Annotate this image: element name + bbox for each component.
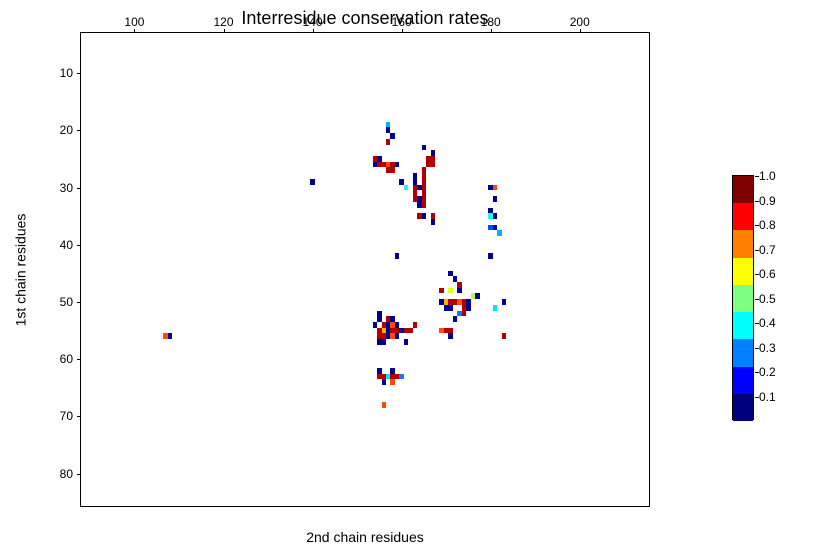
heatmap-cell — [413, 322, 417, 328]
heatmap-cell — [493, 305, 497, 311]
heatmap-cell — [453, 316, 457, 322]
heatmap-cell — [399, 374, 403, 380]
colorbar-tick-label: 0.6 — [759, 267, 776, 281]
y-tick-label: 30 — [33, 181, 73, 195]
heatmap-cell — [390, 379, 394, 385]
colorbar-tick-label: 0.1 — [759, 390, 776, 404]
y-tick-label: 10 — [33, 66, 73, 80]
heatmap-cell — [395, 333, 399, 339]
heatmap-cell — [488, 253, 492, 259]
heatmap-cell — [466, 305, 470, 311]
heatmap-cell — [382, 339, 386, 345]
colorbar-tick-label: 0.3 — [759, 341, 776, 355]
heatmap-cell — [395, 253, 399, 259]
x-tick-label: 180 — [481, 15, 501, 29]
y-tick-label: 60 — [33, 352, 73, 366]
x-axis-label: 2nd chain residues — [80, 529, 650, 545]
heatmap-cell — [382, 402, 386, 408]
chart-title: Interresidue conservation rates — [80, 8, 650, 29]
heatmap-cell — [422, 213, 426, 219]
heatmap-cell — [404, 339, 408, 345]
heatmap-cell — [390, 133, 394, 139]
heatmap-cell — [386, 139, 390, 145]
colorbar-tick-label: 0.4 — [759, 316, 776, 330]
heatmap-cell — [493, 185, 497, 191]
heatmap-cell — [462, 311, 466, 317]
x-tick-label: 140 — [303, 15, 323, 29]
y-tick-label: 40 — [33, 238, 73, 252]
heatmap-cell — [422, 145, 426, 151]
y-tick-label: 20 — [33, 123, 73, 137]
heatmap-cell — [382, 379, 386, 385]
heatmap-cell — [448, 288, 452, 294]
y-tick-label: 70 — [33, 409, 73, 423]
colorbar-tick-label: 0.7 — [759, 243, 776, 257]
heatmap-cell — [502, 299, 506, 305]
heatmap-cell — [431, 162, 435, 168]
heatmap-cell — [310, 179, 314, 185]
x-tick-label: 100 — [124, 15, 144, 29]
heatmap-cell — [493, 213, 497, 219]
x-tick-label: 120 — [213, 15, 233, 29]
heatmap-cell — [408, 328, 412, 334]
colorbar-tick-label: 0.9 — [759, 194, 776, 208]
heatmap-cell — [431, 219, 435, 225]
colorbar-tick-label: 1.0 — [759, 169, 776, 183]
y-tick-label: 50 — [33, 295, 73, 309]
plot-area: 1001201401601802001020304050607080 — [80, 32, 650, 507]
heatmap-cell — [422, 202, 426, 208]
chart-container: Interresidue conservation rates 1st chai… — [0, 0, 834, 549]
heatmap-cell — [448, 333, 452, 339]
heatmap-cell — [475, 293, 479, 299]
heatmap-cell — [502, 333, 506, 339]
heatmap-cell — [439, 288, 443, 294]
x-tick-label: 160 — [392, 15, 412, 29]
y-axis-label: 1st chain residues — [10, 32, 30, 507]
x-tick-label: 200 — [570, 15, 590, 29]
colorbar-tick-label: 0.2 — [759, 365, 776, 379]
heatmap-cell — [395, 162, 399, 168]
heatmap-cell — [390, 167, 394, 173]
colorbar-tick-label: 0.8 — [759, 218, 776, 232]
heatmap-cell — [493, 196, 497, 202]
heatmap-cell — [168, 333, 172, 339]
colorbar: 0.10.20.30.40.50.60.70.80.91.0 — [732, 175, 754, 420]
heatmap-cell — [457, 288, 461, 294]
heatmap-cell — [404, 185, 408, 191]
y-tick-label: 80 — [33, 467, 73, 481]
heatmap-cell — [497, 230, 501, 236]
heatmap-cell — [448, 305, 452, 311]
colorbar-tick-label: 0.5 — [759, 292, 776, 306]
